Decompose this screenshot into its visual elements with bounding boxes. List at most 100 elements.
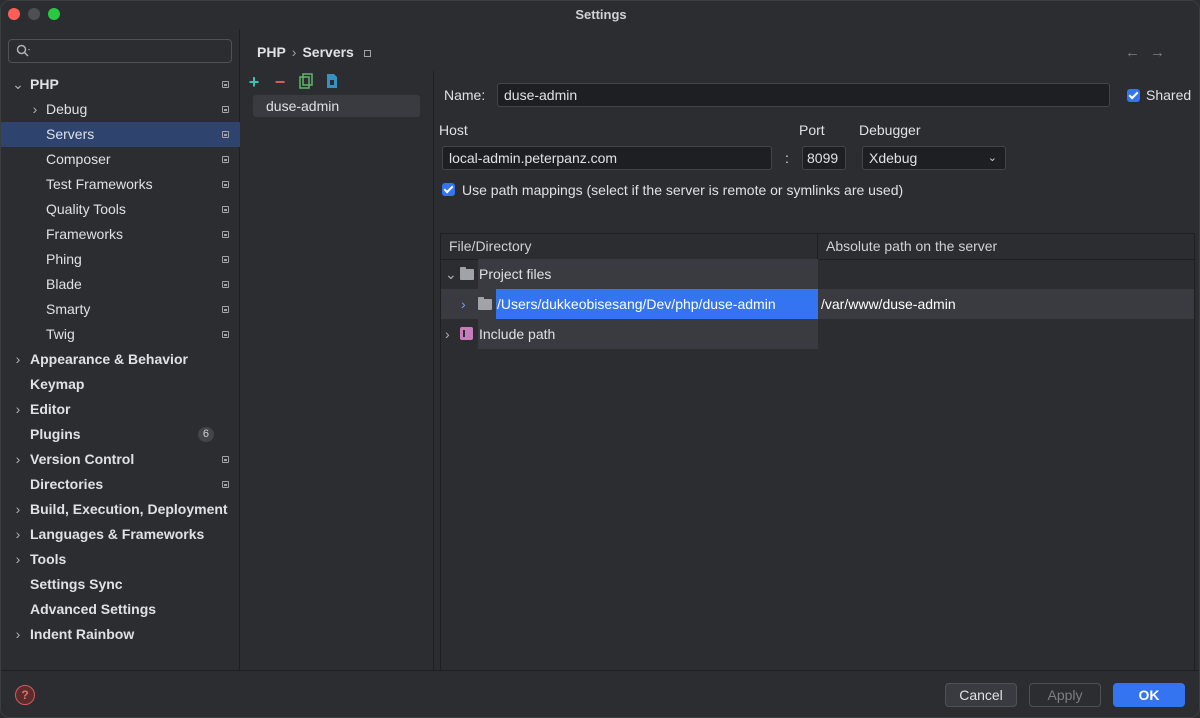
chevron-down-icon[interactable]: ⌄ (12, 72, 24, 97)
chevron-right-icon[interactable]: › (12, 622, 24, 647)
project-scope-icon (222, 481, 229, 488)
chevron-right-icon[interactable]: › (461, 289, 466, 319)
navigation-arrows: ←→ (1125, 44, 1175, 61)
chevron-right-icon[interactable]: › (12, 347, 24, 372)
import-server-icon[interactable] (323, 73, 341, 91)
chevron-right-icon[interactable]: › (12, 397, 24, 422)
project-scope-icon (222, 181, 229, 188)
sidebar-item-servers[interactable]: Servers (1, 122, 240, 147)
shared-label: Shared (1146, 87, 1192, 103)
settings-sidebar: ⌄ PHP › Debug Servers Composer Test Fram… (1, 29, 240, 670)
breadcrumb-separator: › (291, 44, 297, 60)
project-scope-icon (222, 81, 229, 88)
use-path-mappings-label: Use path mappings (select if the server … (462, 182, 904, 198)
sidebar-item-plugins[interactable]: Plugins 6 (1, 422, 240, 447)
ok-button[interactable]: OK (1113, 683, 1185, 707)
debugger-selected-value: Xdebug (869, 150, 918, 166)
sidebar-item-phing[interactable]: Phing (1, 247, 240, 272)
sidebar-item-build-execution-deployment[interactable]: › Build, Execution, Deployment (1, 497, 240, 522)
project-scope-icon (222, 106, 229, 113)
sidebar-item-label: Test Frameworks (46, 176, 153, 192)
sidebar-item-label: Tools (30, 551, 67, 567)
search-input[interactable] (8, 39, 232, 63)
project-scope-icon (222, 156, 229, 163)
sidebar-item-label: Languages & Frameworks (30, 526, 205, 542)
chevron-down-icon[interactable]: ⌄ (445, 259, 457, 289)
port-field[interactable]: 8099 (802, 146, 846, 170)
sidebar-item-languages-frameworks[interactable]: › Languages & Frameworks (1, 522, 240, 547)
sidebar-item-keymap[interactable]: Keymap (1, 372, 240, 397)
column-header-file-directory[interactable]: File/Directory (441, 234, 818, 259)
sidebar-item-test-frameworks[interactable]: Test Frameworks (1, 172, 240, 197)
sidebar-item-label: Twig (46, 326, 75, 342)
sidebar-item-label: Servers (46, 126, 95, 142)
host-field[interactable]: local-admin.peterpanz.com (442, 146, 772, 170)
sidebar-item-label: Appearance & Behavior (30, 351, 188, 367)
sidebar-item-label: Advanced Settings (30, 601, 157, 617)
chevron-right-icon[interactable]: › (12, 522, 24, 547)
row-label: Include path (479, 326, 556, 342)
chevron-right-icon[interactable]: › (12, 447, 24, 472)
remove-server-icon[interactable]: − (271, 73, 289, 91)
project-scope-icon (222, 206, 229, 213)
settings-content: PHP › Servers ←→ + − duse-admin Name: duse… (241, 29, 1199, 695)
sidebar-item-blade[interactable]: Blade (1, 272, 240, 297)
use-path-mappings-checkbox[interactable] (442, 183, 455, 196)
sidebar-item-php[interactable]: ⌄ PHP (1, 72, 240, 97)
sidebar-item-label: Quality Tools (46, 201, 126, 217)
project-scope-icon (222, 256, 229, 263)
add-server-icon[interactable]: + (245, 73, 263, 91)
server-name-field[interactable]: duse-admin (497, 83, 1110, 107)
breadcrumb-php[interactable]: PHP (257, 44, 286, 60)
sidebar-item-twig[interactable]: Twig (1, 322, 240, 347)
chevron-right-icon[interactable]: › (445, 319, 450, 349)
settings-window: Settings ⌄ PHP › Debug Servers Composer … (0, 0, 1200, 718)
sidebar-item-tools[interactable]: › Tools (1, 547, 240, 572)
path-mappings-table: File/Directory Absolute path on the serv… (440, 233, 1195, 695)
chevron-right-icon[interactable]: › (12, 547, 24, 572)
sidebar-item-quality-tools[interactable]: Quality Tools (1, 197, 240, 222)
table-row[interactable]: ⌄ Project files (441, 259, 1194, 289)
title-bar: Settings (1, 1, 1199, 29)
forward-arrow-icon[interactable]: → (1150, 44, 1175, 61)
sidebar-item-editor[interactable]: › Editor (1, 397, 240, 422)
sidebar-item-version-control[interactable]: › Version Control (1, 447, 240, 472)
sidebar-item-label: Indent Rainbow (30, 626, 135, 642)
back-arrow-icon[interactable]: ← (1125, 44, 1150, 61)
copy-server-icon[interactable] (297, 73, 315, 91)
apply-button[interactable]: Apply (1029, 683, 1101, 707)
project-scope-icon (222, 281, 229, 288)
settings-tree: ⌄ PHP › Debug Servers Composer Test Fram… (1, 72, 240, 647)
project-scope-icon (222, 131, 229, 138)
column-header-server-path[interactable]: Absolute path on the server (818, 234, 1195, 259)
chevron-right-icon[interactable]: › (29, 97, 41, 122)
cancel-button[interactable]: Cancel (945, 683, 1017, 707)
sidebar-item-settings-sync[interactable]: Settings Sync (1, 572, 240, 597)
server-item-duse-admin[interactable]: duse-admin (253, 95, 420, 117)
server-path-cell[interactable]: /var/www/duse-admin (821, 289, 956, 319)
sidebar-item-frameworks[interactable]: Frameworks (1, 222, 240, 247)
sidebar-item-composer[interactable]: Composer (1, 147, 240, 172)
dialog-footer: ? Cancel Apply OK (1, 670, 1199, 717)
sidebar-item-label: Settings Sync (30, 576, 123, 592)
project-scope-icon (222, 456, 229, 463)
sidebar-item-indent-rainbow[interactable]: › Indent Rainbow (1, 622, 240, 647)
shared-checkbox[interactable] (1127, 89, 1140, 102)
chevron-right-icon[interactable]: › (12, 497, 24, 522)
sidebar-item-directories[interactable]: Directories (1, 472, 240, 497)
sidebar-item-debug[interactable]: › Debug (1, 97, 240, 122)
project-scope-icon (222, 331, 229, 338)
host-port-separator: : (785, 150, 789, 166)
server-list-toolbar: + − (241, 71, 433, 95)
table-row[interactable]: › Include path (441, 319, 1194, 349)
sidebar-item-label: Keymap (30, 376, 85, 392)
sidebar-item-smarty[interactable]: Smarty (1, 297, 240, 322)
table-row-selected[interactable]: › /Users/dukkeobisesang/Dev/php/duse-adm… (441, 289, 1194, 319)
sidebar-item-label: Phing (46, 251, 82, 267)
port-label: Port (799, 122, 825, 138)
help-icon[interactable]: ? (15, 685, 35, 705)
sidebar-item-advanced-settings[interactable]: Advanced Settings (1, 597, 240, 622)
sidebar-item-appearance-behavior[interactable]: › Appearance & Behavior (1, 347, 240, 372)
local-path-cell[interactable]: /Users/dukkeobisesang/Dev/php/duse-admin (497, 289, 776, 319)
debugger-select[interactable]: Xdebug ⌄ (862, 146, 1006, 170)
